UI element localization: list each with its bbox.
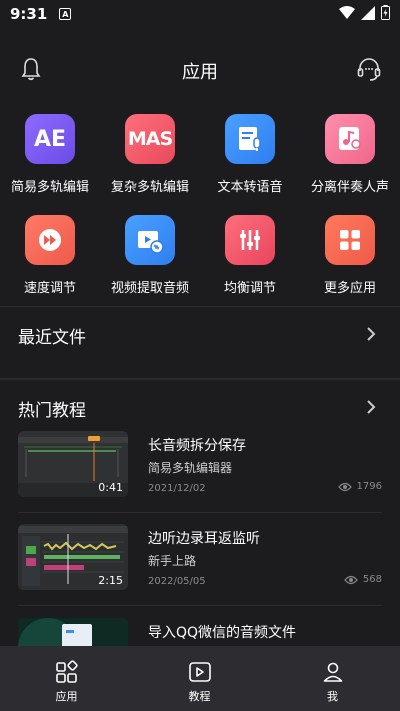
tab-me[interactable]: 我: [266, 646, 399, 711]
app-complex-multitrack[interactable]: MAS 复杂多轨编辑: [100, 114, 200, 195]
tutorial-duration: 2:15: [98, 574, 123, 587]
view-count: 568: [362, 574, 382, 585]
apps-icon: [55, 660, 78, 683]
app-more[interactable]: 更多应用: [300, 215, 400, 296]
app-video-extract-audio[interactable]: 视频提取音频: [100, 215, 200, 296]
tutorial-thumbnail: 2:15: [18, 524, 128, 590]
ae-icon-text: AE: [33, 126, 67, 152]
app-label: 文本转语音: [217, 180, 283, 195]
tutorial-subtitle: 新手上路: [148, 554, 197, 568]
tutorial-thumbnail: 0:41: [18, 431, 128, 497]
view-count: 1796: [356, 481, 382, 492]
recent-files-row[interactable]: 最近文件: [0, 307, 400, 375]
eye-icon: [344, 575, 358, 584]
ae-icon: AE: [25, 114, 75, 164]
bottom-nav: 应用 教程 我: [0, 646, 400, 711]
app-row: 速度调节 视频提取音频 均衡调节 更多应用: [0, 215, 400, 305]
wifi-icon: [339, 5, 355, 19]
status-time: 9:31: [10, 5, 48, 23]
app-equalizer[interactable]: 均衡调节: [200, 215, 300, 296]
tutorial-date: 2022/05/05: [148, 576, 206, 587]
tab-apps[interactable]: 应用: [0, 646, 133, 711]
music-mic-icon: [325, 114, 375, 164]
tab-label: 教程: [188, 690, 211, 703]
app-label: 视频提取音频: [110, 281, 189, 296]
battery-icon: [381, 5, 390, 20]
app-simple-multitrack[interactable]: AE 简易多轨编辑: [0, 114, 100, 195]
divider: [0, 378, 400, 380]
headset-icon[interactable]: [356, 56, 382, 82]
page-title: 应用: [182, 62, 218, 83]
app-label: 速度调节: [23, 281, 76, 296]
app-speed-adjust[interactable]: 速度调节: [0, 215, 100, 296]
tab-label: 我: [327, 690, 338, 703]
app-header: 应用: [0, 44, 400, 94]
tutorial-icon: [188, 662, 211, 682]
fast-forward-icon: [25, 215, 75, 265]
tutorial-title: 边听边录耳返监听: [148, 531, 260, 547]
divider: [18, 512, 382, 513]
document-mic-icon: [225, 114, 275, 164]
app-label: 均衡调节: [223, 281, 276, 296]
tutorial-title: 长音频拆分保存: [148, 438, 246, 454]
status-icons: [339, 5, 390, 20]
mas-icon-text: MAS: [127, 128, 173, 150]
tutorial-views: 568: [344, 574, 382, 585]
status-bar: 9:31 A: [0, 0, 400, 28]
app-separate-vocals[interactable]: 分离伴奏人声: [300, 114, 400, 195]
tutorial-date: 2021/12/02: [148, 483, 206, 494]
signal-icon: [361, 5, 375, 20]
profile-icon: [323, 662, 342, 682]
tutorial-item[interactable]: 2:15 边听边录耳返监听 新手上路 2022/05/05 568: [18, 524, 382, 604]
chevron-right-icon: [367, 400, 376, 414]
eye-icon: [337, 482, 352, 491]
tutorials-header[interactable]: 热门教程: [0, 382, 400, 428]
app-row: AE 简易多轨编辑 MAS 复杂多轨编辑 文本转语音 分离伴奏人声: [0, 114, 400, 204]
divider: [18, 605, 382, 606]
app-label: 更多应用: [323, 281, 376, 296]
mas-icon: MAS: [125, 114, 175, 164]
video-audio-icon: [125, 215, 175, 265]
tutorial-title: 导入QQ微信的音频文件: [148, 625, 297, 641]
tutorial-item[interactable]: 0:41 长音频拆分保存 简易多轨编辑器 2021/12/02 1796: [18, 431, 382, 511]
status-indicator: A: [59, 8, 72, 20]
tutorial-duration: 0:41: [98, 481, 123, 494]
tutorial-views: 1796: [337, 481, 382, 492]
equalizer-icon: [225, 215, 275, 265]
tab-label: 应用: [55, 690, 78, 703]
tutorial-subtitle: 简易多轨编辑器: [148, 461, 233, 475]
grid-icon: [325, 215, 375, 265]
app-text-to-speech[interactable]: 文本转语音: [200, 114, 300, 195]
tutorials-title: 热门教程: [18, 401, 86, 421]
app-label: 分离伴奏人声: [310, 180, 389, 195]
recent-files-title: 最近文件: [18, 328, 86, 348]
tab-tutorials[interactable]: 教程: [133, 646, 266, 711]
app-label: 简易多轨编辑: [10, 180, 89, 195]
app-label: 复杂多轨编辑: [110, 180, 189, 195]
chevron-right-icon: [367, 327, 376, 341]
